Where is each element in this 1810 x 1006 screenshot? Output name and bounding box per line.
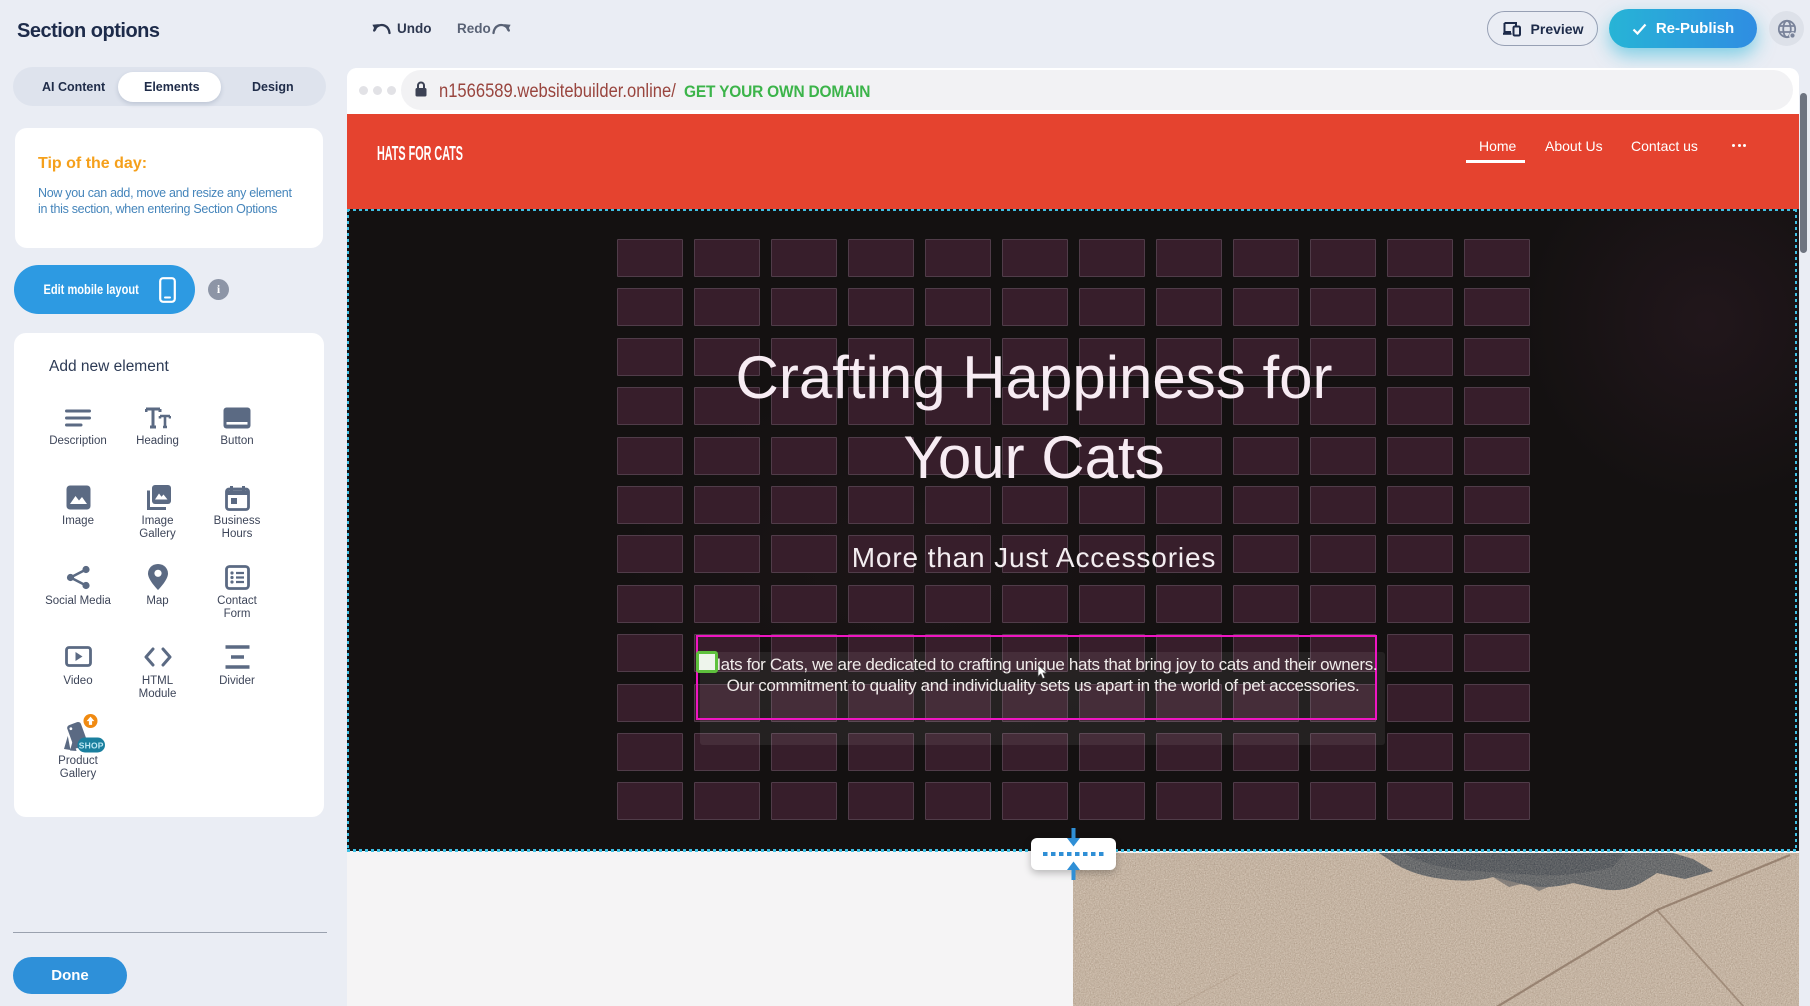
svg-text:SHOP: SHOP bbox=[79, 740, 104, 750]
